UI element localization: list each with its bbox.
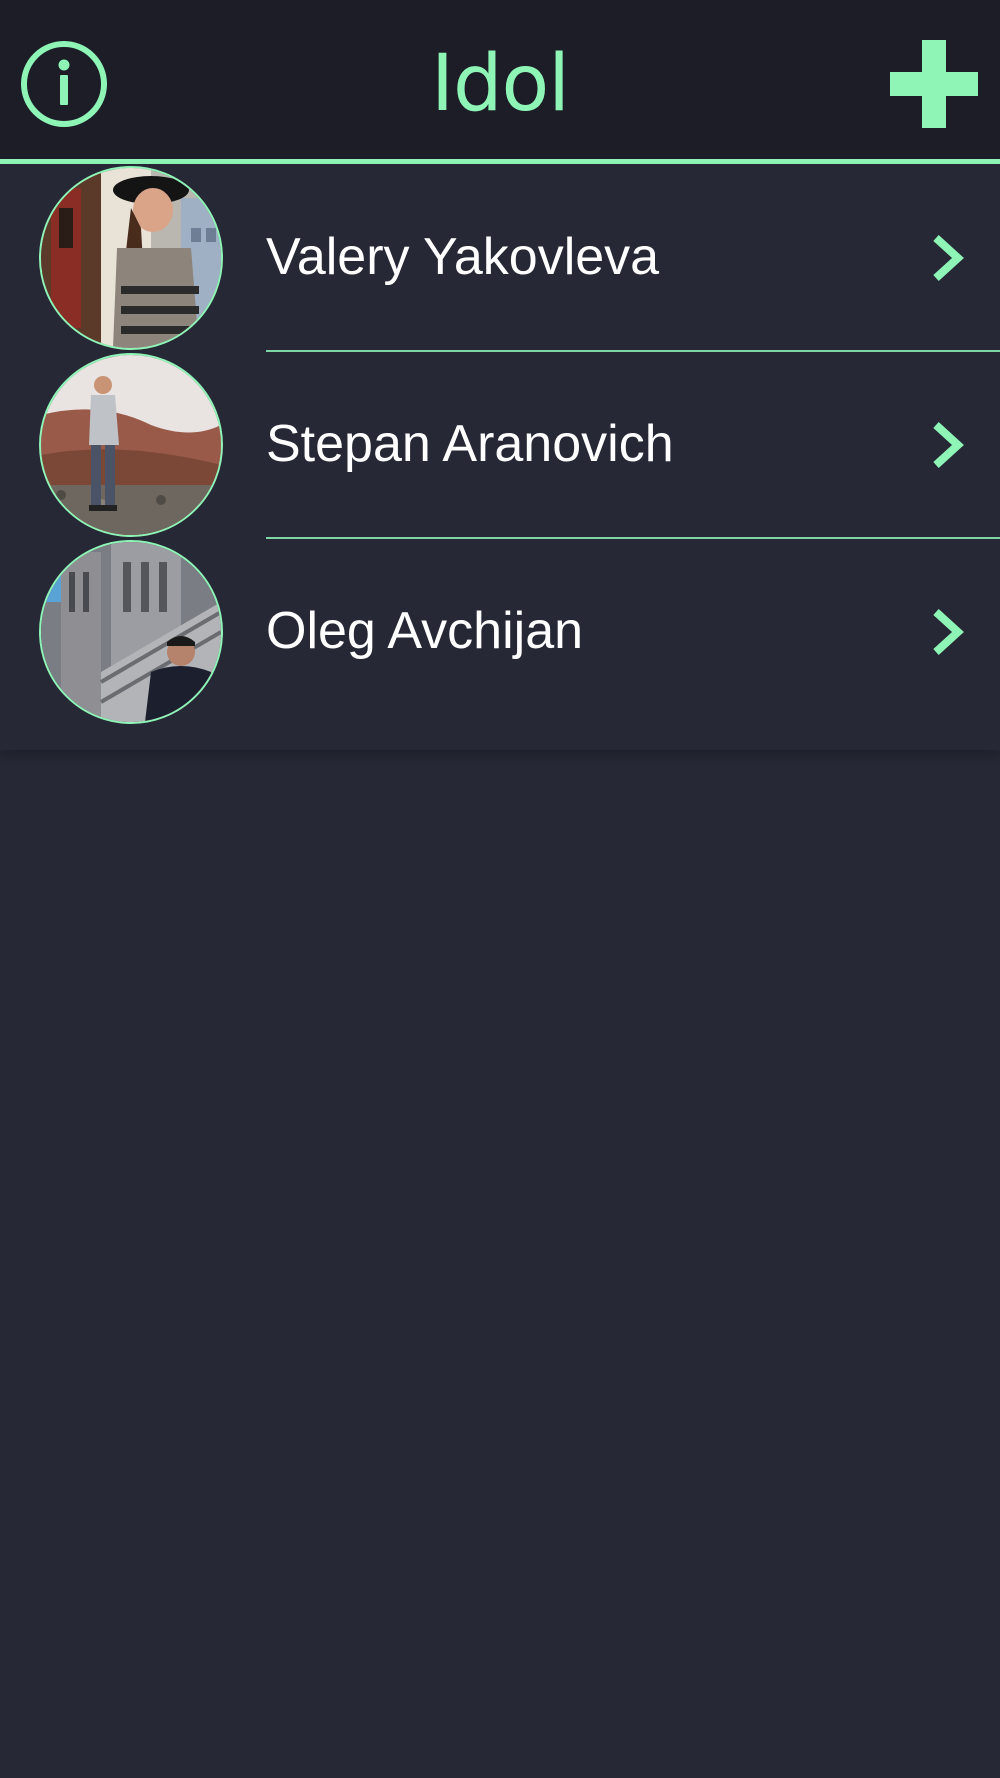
- list-item[interactable]: Oleg Avchijan: [0, 538, 1000, 725]
- idol-name: Stepan Aranovich: [266, 415, 674, 473]
- list-item[interactable]: Valery Yakovleva: [0, 164, 1000, 351]
- idol-name: Oleg Avchijan: [266, 602, 584, 660]
- chevron-right-icon: [933, 609, 964, 655]
- row-divider: [266, 537, 1000, 539]
- plus-icon: [890, 40, 978, 128]
- avatar: [39, 540, 223, 724]
- avatar: [39, 353, 223, 537]
- avatar: [39, 166, 223, 350]
- idol-list: Valery Yakovleva Stepan Aranovich Oleg A…: [0, 164, 1000, 750]
- list-item[interactable]: Stepan Aranovich: [0, 351, 1000, 538]
- chevron-right-icon: [933, 235, 964, 281]
- page-title: Idol: [431, 39, 570, 129]
- add-idol-button[interactable]: [888, 38, 980, 130]
- idol-name: Valery Yakovleva: [266, 228, 660, 286]
- chevron-right-icon: [933, 422, 964, 468]
- navigation-bar: Idol: [0, 0, 1000, 164]
- row-divider: [266, 350, 1000, 352]
